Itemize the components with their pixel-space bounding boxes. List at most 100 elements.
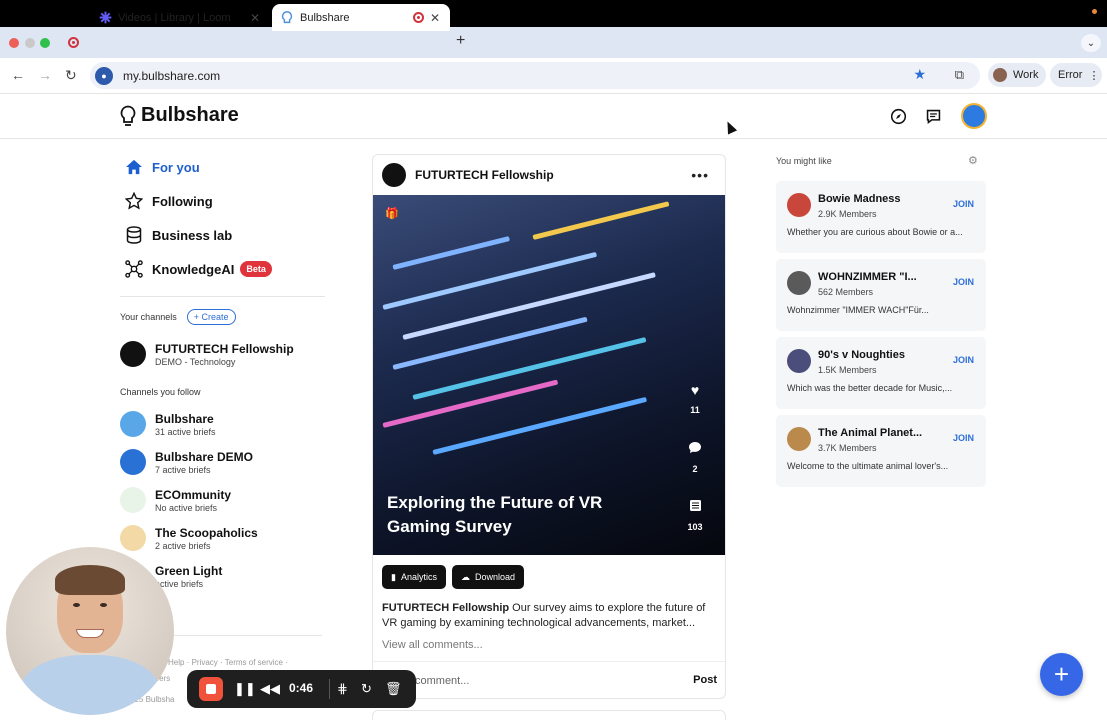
community-avatar <box>787 349 811 373</box>
forward-icon[interactable]: → <box>38 67 52 83</box>
tab-label: Bulbshare <box>300 11 350 24</box>
restart-icon[interactable]: ↻ <box>361 681 372 697</box>
home-icon <box>124 159 144 175</box>
messages-icon[interactable] <box>924 107 942 125</box>
reload-icon[interactable]: ↻ <box>65 67 77 84</box>
footer-links[interactable]: Help · Privacy · Terms of service · <box>168 658 288 667</box>
ai-network-icon <box>124 260 144 278</box>
extensions-icon[interactable]: ⧉ <box>955 67 964 83</box>
suggestion-card[interactable]: WOHNZIMMER "I... 562 Members JOIN Wohnzi… <box>776 259 986 331</box>
channel-item-bulbshare[interactable]: Bulbshare 31 active briefs <box>120 409 325 439</box>
channel-name: Bulbshare DEMO <box>155 449 254 464</box>
divider <box>120 296 325 297</box>
brand-name: Bulbshare <box>141 104 239 126</box>
loom-icon <box>98 11 112 25</box>
post-image[interactable]: 🎁 Exploring the Future of VR Gaming Surv… <box>373 195 725 555</box>
explore-compass-icon[interactable] <box>889 107 907 125</box>
channel-item-scoopaholics[interactable]: The Scoopaholics 2 active briefs <box>120 523 325 553</box>
nav-following[interactable]: Following <box>120 184 325 218</box>
recording-icon <box>68 37 79 48</box>
suggestion-card[interactable]: Bowie Madness 2.9K Members JOIN Whether … <box>776 181 986 253</box>
comment-input[interactable]: comment... <box>415 675 469 687</box>
create-fab-button[interactable]: + <box>1040 653 1083 696</box>
channel-avatar <box>120 449 146 475</box>
post-channel-name[interactable]: FUTURTECH Fellowship <box>415 168 554 182</box>
nav-knowledgeai[interactable]: KnowledgeAI Beta <box>120 252 325 286</box>
profile-avatar <box>993 68 1007 82</box>
error-menu-button[interactable]: Error ⋮ <box>1050 63 1102 87</box>
tab-bulbshare[interactable]: Bulbshare ✕ <box>272 4 450 31</box>
channel-avatar[interactable] <box>382 163 406 187</box>
nav-business-lab[interactable]: Business lab <box>120 218 325 252</box>
list-icon <box>685 499 705 515</box>
heart-icon: ♥ <box>690 382 700 398</box>
join-button[interactable]: JOIN <box>953 433 974 443</box>
create-channel-button[interactable]: + Create <box>186 309 236 325</box>
suggestion-card[interactable]: 90's v Noughties 1.5K Members JOIN Which… <box>776 337 986 409</box>
settings-gear-icon[interactable]: ⚙ <box>968 154 978 167</box>
close-tab-icon[interactable]: ✕ <box>250 11 260 25</box>
comment-bubble-icon <box>685 441 705 457</box>
maximize-window-button[interactable] <box>40 38 50 48</box>
webcam-hair <box>55 565 125 595</box>
tab-search-button[interactable]: ⌄ <box>1081 34 1101 52</box>
join-button[interactable]: JOIN <box>953 277 974 287</box>
channel-item-ecommunity[interactable]: ECOmmunity No active briefs <box>120 485 325 515</box>
user-avatar[interactable] <box>961 103 987 129</box>
profile-label: Work <box>1013 69 1039 81</box>
responses-stat[interactable]: 103 <box>685 499 705 532</box>
webcam-eye <box>100 603 107 607</box>
close-window-button[interactable] <box>9 38 19 48</box>
suggestions-title: You might like <box>776 156 832 166</box>
site-info-icon[interactable]: ● <box>95 66 113 85</box>
minimize-window-button[interactable] <box>25 38 35 48</box>
channel-avatar <box>120 411 146 437</box>
app-header: Bulbshare <box>0 95 1107 139</box>
profile-button[interactable]: Work <box>988 63 1046 87</box>
community-desc: Whether you are curious about Bowie or a… <box>787 227 963 237</box>
join-button[interactable]: JOIN <box>953 355 974 365</box>
delete-icon[interactable]: 🗑 <box>385 681 402 697</box>
channel-avatar <box>120 525 146 551</box>
view-all-comments-link[interactable]: View all comments... <box>382 639 483 651</box>
more-options-icon[interactable]: ••• <box>691 167 709 183</box>
brand-logo[interactable]: Bulbshare <box>120 104 239 127</box>
comment-box: comment... Post <box>373 661 725 698</box>
post-description: FUTURTECH Fellowship Our survey aims to … <box>382 601 718 631</box>
channel-name: The Scoopaholics <box>155 525 258 540</box>
section-label: Channels you follow <box>120 387 201 397</box>
analytics-button[interactable]: ▮ Analytics <box>382 565 446 589</box>
pause-icon[interactable]: ❚❚ <box>234 681 256 697</box>
community-avatar <box>787 271 811 295</box>
suggestion-card[interactable]: The Animal Planet... 3.7K Members JOIN W… <box>776 415 986 487</box>
error-label: Error <box>1058 69 1083 81</box>
like-stat[interactable]: ♥ 11 <box>685 382 705 415</box>
channel-item-bulbshare-demo[interactable]: Bulbshare DEMO 7 active briefs <box>120 447 325 477</box>
channel-name: Green Light <box>155 563 223 578</box>
channel-name: FUTURTECH Fellowship <box>155 341 294 356</box>
channel-item-futurtech[interactable]: FUTURTECH Fellowship DEMO - Technology <box>120 339 325 369</box>
community-name: WOHNZIMMER "I... <box>818 271 917 283</box>
desc-author[interactable]: FUTURTECH Fellowship <box>382 602 509 614</box>
your-channels-header: Your channels + Create <box>120 309 325 325</box>
channel-sub: 31 active briefs <box>155 426 216 437</box>
close-tab-icon[interactable]: ✕ <box>430 11 440 25</box>
comment-stat[interactable]: 2 <box>685 441 705 474</box>
section-label: Your channels <box>120 312 177 322</box>
back-icon[interactable]: ← <box>11 67 25 83</box>
new-tab-button[interactable]: + <box>456 32 465 50</box>
post-comment-button[interactable]: Post <box>693 674 717 686</box>
rewind-icon[interactable]: ◀◀ <box>260 681 280 697</box>
nav-for-you[interactable]: For you <box>120 150 325 184</box>
join-button[interactable]: JOIN <box>953 199 974 209</box>
download-button[interactable]: ☁ Download <box>451 565 524 589</box>
address-bar[interactable]: ● my.bulbshare.com ★ ⧉ <box>90 62 980 89</box>
channel-sub: 2 active briefs <box>155 540 211 551</box>
stop-recording-button[interactable] <box>199 677 223 701</box>
bookmark-star-icon[interactable]: ★ <box>913 66 926 83</box>
channel-sub: 7 active briefs <box>155 464 211 475</box>
tab-loom[interactable]: Videos | Library | Loom ✕ <box>88 4 270 31</box>
webcam-bubble[interactable] <box>6 547 174 715</box>
grid-icon[interactable]: ⋕ <box>337 681 348 697</box>
channel-avatar <box>120 341 146 367</box>
